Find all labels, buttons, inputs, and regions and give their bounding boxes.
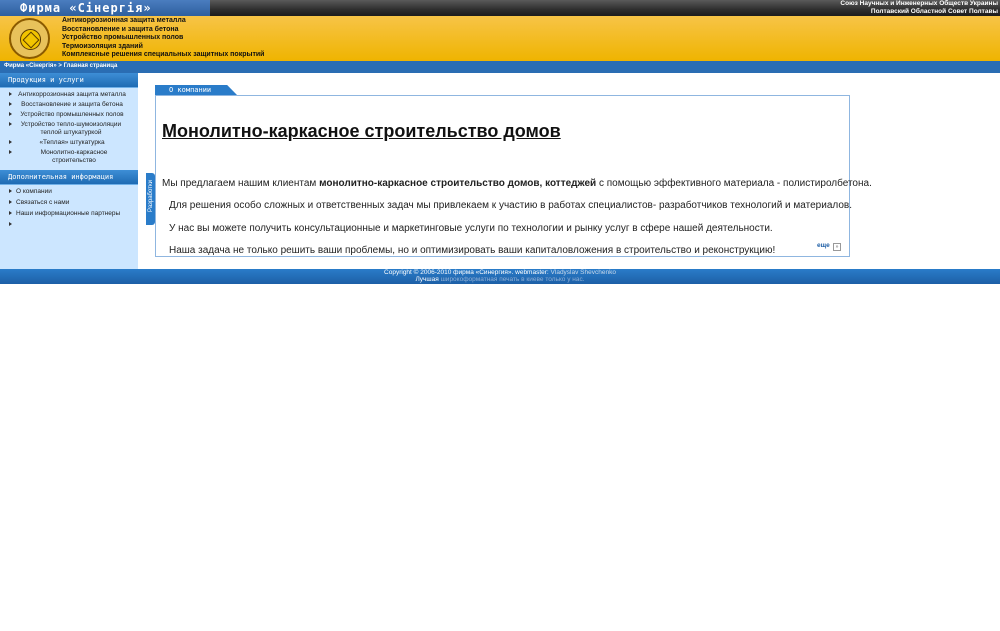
paragraph-goal: Наша задача не только решить ваши пробле… — [169, 245, 776, 256]
sidebar-item-partners[interactable]: Наши информационные партнеры — [0, 209, 138, 220]
copyright-text: Copyright © 2006-2010 фирма «Синергия». … — [384, 269, 549, 276]
more-link[interactable]: еще — [817, 242, 830, 249]
paragraph-specialists: Для решения особо сложных и ответственны… — [169, 200, 852, 211]
sidebar-item-about[interactable]: О компании — [0, 187, 138, 198]
arrow-right-icon — [9, 211, 12, 215]
union-info: Союз Научных и Инженерных Обществ Украин… — [840, 0, 998, 16]
ad-text: широкоформатная печать в киеве только у … — [440, 276, 585, 283]
sidebar-item-label: «Теплая» штукатурка — [39, 139, 105, 146]
intro-bold-text: монолитно-каркасное строительство домов,… — [319, 178, 597, 189]
sidebar-item-label: Устройство промышленных полов — [20, 111, 124, 118]
sidebar-item-label: О компании — [16, 188, 52, 195]
sidebar-products-list: Антикоррозионная защита металла Восстано… — [0, 88, 138, 170]
header-service-item: Антикоррозионная защита металла — [62, 17, 186, 24]
page-title: Монолитно-каркасное строительство домов — [162, 121, 561, 141]
sidebar-item-label: Антикоррозионная защита металла — [18, 91, 126, 98]
union-line-1: Союз Научных и Инженерных Обществ Украин… — [840, 0, 998, 7]
intro-paragraph: Мы предлагаем нашим клиентам монолитно-к… — [162, 178, 872, 190]
breadcrumb[interactable]: Фирма «Сінергія» > Главная страница — [4, 63, 117, 69]
arrow-right-icon — [9, 189, 12, 193]
sidebar-item-label: Устройство тепло-шумоизоляции теплой шту… — [20, 121, 122, 136]
arrow-right-icon — [9, 122, 12, 126]
arrow-right-icon — [9, 150, 12, 154]
sidebar-item-label: Монолитно-каркасное строительство — [40, 149, 108, 164]
side-tab-label: Разработки — [148, 180, 154, 212]
side-tab-developments[interactable]: Разработки — [146, 173, 155, 225]
content-panel: Монолитно-каркасное строительство домов … — [155, 95, 872, 257]
sidebar-item-concrete[interactable]: Восстановление и защита бетона — [0, 100, 138, 110]
intro-text: Мы предлагаем нашим клиентам — [162, 178, 320, 189]
footer-copyright: Copyright © 2006-2010 фирма «Синергия». … — [0, 269, 1000, 276]
header-service-item: Термоизоляция зданий — [62, 42, 143, 50]
sidebar-item-label: Связаться с нами — [16, 199, 70, 206]
arrow-right-icon — [9, 112, 12, 116]
arrow-right-icon — [9, 92, 12, 96]
firm-title: Фирма «Сінергія» — [20, 1, 152, 15]
sidebar-info-heading: Дополнительная информация — [0, 170, 138, 185]
tab-about-company[interactable]: О компании — [155, 85, 237, 95]
intro-text-end: с помощью эффективного материала - полис… — [596, 178, 872, 189]
sidebar-item-label: Наши информационные партнеры — [16, 210, 121, 217]
header-service-item: Комплексные решения специальных защитных… — [62, 51, 265, 58]
arrow-right-icon — [9, 102, 12, 106]
union-line-2: Полтавский Областной Совет Полтавы — [870, 8, 998, 15]
sidebar-item-contact[interactable]: Связаться с нами — [0, 198, 138, 209]
more-arrow-icon[interactable]: » — [833, 243, 841, 251]
sidebar-item-empty[interactable] — [0, 220, 138, 226]
header-service-item: Устройство промышленных полов — [62, 34, 184, 41]
sidebar-item-monolith[interactable]: Монолитно-каркасное строительство — [0, 148, 138, 166]
sidebar: Продукция и услуги Антикоррозионная защи… — [0, 73, 138, 269]
sidebar-item-floors[interactable]: Устройство промышленных полов — [0, 110, 138, 120]
header-service-item: Восстановление и защита бетона — [62, 25, 179, 33]
sidebar-item-label: Восстановление и защита бетона — [21, 101, 123, 108]
arrow-right-icon — [9, 140, 12, 144]
ad-link[interactable]: Лучшая — [415, 276, 438, 283]
header-services-list: Антикоррозионная защита металла Восстано… — [62, 17, 264, 60]
sidebar-products-heading: Продукция и услуги — [0, 73, 138, 88]
webmaster-link[interactable]: Vladyslav Shevchenko — [551, 269, 616, 276]
sidebar-info-list: О компании Связаться с нами Наши информа… — [0, 185, 138, 227]
breadcrumb-bar — [0, 61, 1000, 73]
firm-title-banner: Фирма «Сінергія» — [0, 0, 210, 16]
footer-ad: Лучшая широкоформатная печать в киеве то… — [0, 276, 1000, 283]
sidebar-item-warm-plaster[interactable]: «Теплая» штукатурка — [0, 138, 138, 148]
sidebar-item-anticorrosion[interactable]: Антикоррозионная защита металла — [0, 90, 138, 100]
arrow-right-icon — [9, 222, 12, 226]
arrow-right-icon — [9, 200, 12, 204]
sidebar-item-insulation[interactable]: Устройство тепло-шумоизоляции теплой шту… — [0, 120, 138, 138]
company-logo[interactable] — [9, 18, 50, 59]
paragraph-consulting: У нас вы можете получить консультационны… — [169, 223, 773, 234]
logo-emblem-icon — [20, 29, 41, 50]
